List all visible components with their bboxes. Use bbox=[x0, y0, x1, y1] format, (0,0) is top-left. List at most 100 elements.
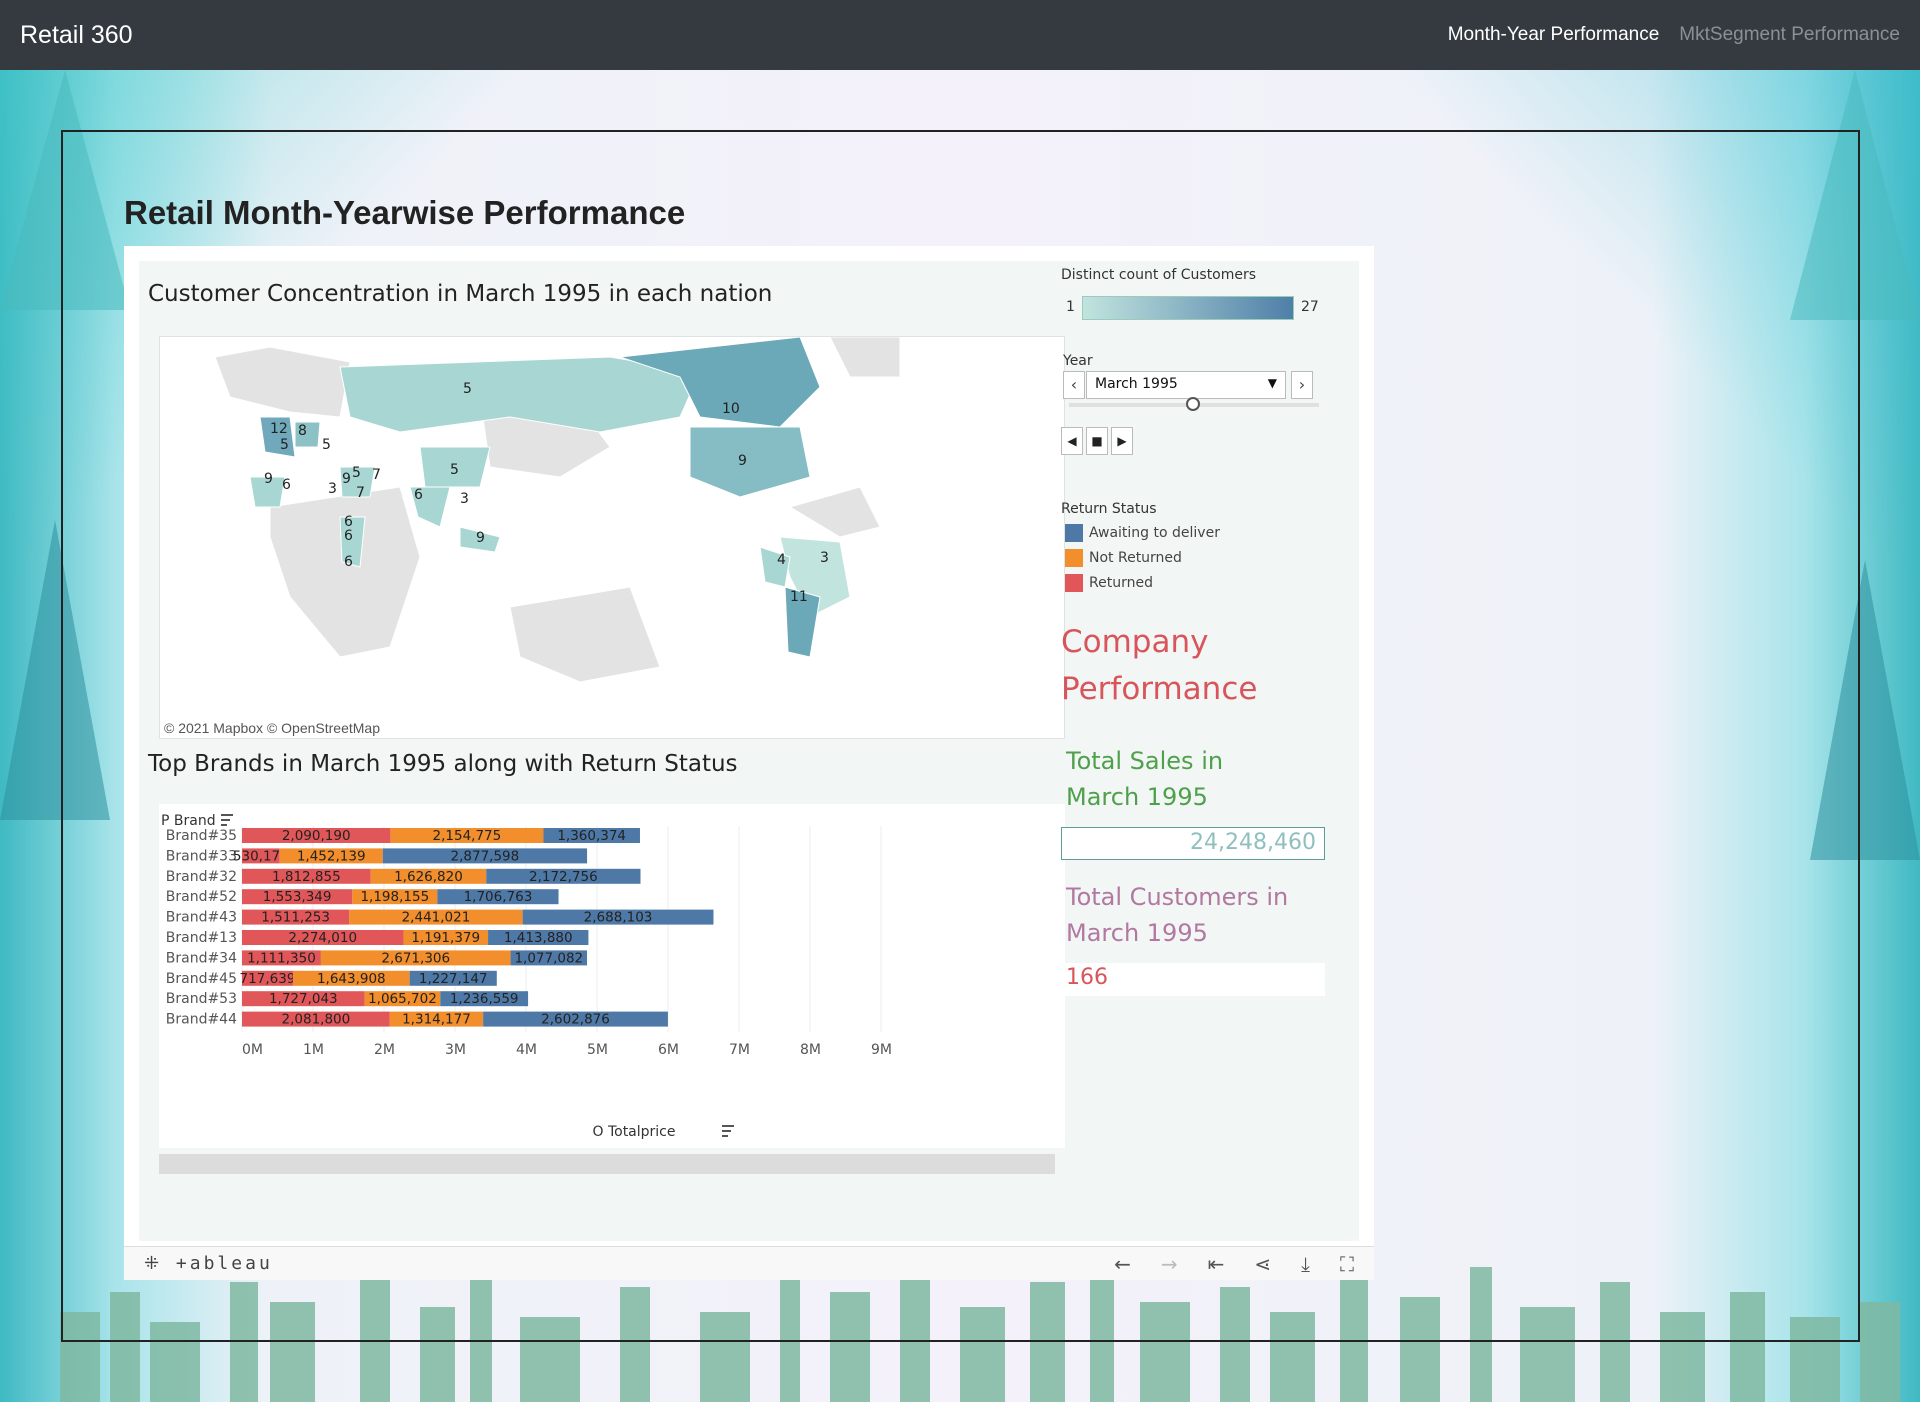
category-label[interactable]: Brand#53 bbox=[166, 991, 237, 1007]
category-label[interactable]: Brand#52 bbox=[166, 889, 237, 905]
color-legend-ramp bbox=[1082, 296, 1294, 320]
play-back-button[interactable]: ◀ bbox=[1061, 427, 1083, 455]
toolbar-icons: ← → ⇤ ⋖ ⤓ ⛶ bbox=[1114, 1252, 1354, 1276]
year-dropdown-value: March 1995 bbox=[1095, 376, 1178, 392]
nav-link-mktsegment[interactable]: MktSegment Performance bbox=[1679, 24, 1900, 46]
bar-value-label: 2,090,190 bbox=[282, 828, 351, 844]
x-tick-label: 0M bbox=[242, 1042, 263, 1058]
year-prev-button[interactable]: ‹ bbox=[1063, 371, 1085, 399]
bar-value-label: 1,198,155 bbox=[360, 889, 429, 905]
bar-chart-svg[interactable]: P Brand Brand#35 2,090,190 2,154,775 1,360,… bbox=[159, 804, 1065, 1148]
map-count-label: 7 bbox=[372, 467, 381, 483]
map-count-label: 6 bbox=[414, 487, 423, 503]
map-count-label: 6 bbox=[344, 528, 353, 544]
tableau-cross-icon: ⁜ bbox=[144, 1253, 176, 1274]
world-map-svg[interactable]: 5 10 9 12 8 5 5 9 6 3 9 5 7 7 5 6 3 6 6 … bbox=[160, 337, 1065, 739]
map-count-label: 5 bbox=[322, 437, 331, 453]
legend-item-awaiting[interactable]: Awaiting to deliver bbox=[1065, 524, 1220, 542]
y-axis-field-label[interactable]: P Brand bbox=[161, 813, 216, 829]
legend-item-not-returned[interactable]: Not Returned bbox=[1065, 549, 1182, 567]
map-count-label: 3 bbox=[460, 491, 469, 507]
bar-value-label: 2,081,800 bbox=[282, 1012, 351, 1028]
customers-title-line: Total Customers in bbox=[1066, 883, 1289, 911]
company-heading-line: Performance bbox=[1061, 671, 1258, 707]
bar-chart-title: Top Brands in March 1995 along with Retu… bbox=[148, 751, 738, 777]
tableau-logo[interactable]: ⁜ +ableau bbox=[144, 1253, 273, 1274]
share-icon[interactable]: ⋖ bbox=[1254, 1252, 1271, 1276]
map-count-label: 12 bbox=[270, 421, 288, 437]
tableau-wordmark: +ableau bbox=[175, 1253, 273, 1274]
map-count-label: 5 bbox=[280, 437, 289, 453]
year-next-button[interactable]: › bbox=[1291, 371, 1313, 399]
return-status-legend-title: Return Status bbox=[1061, 501, 1157, 517]
bar-value-label: 2,688,103 bbox=[584, 910, 653, 926]
redo-icon[interactable]: → bbox=[1161, 1252, 1178, 1276]
company-performance-heading: Company Performance bbox=[1061, 619, 1257, 713]
x-axis-field-label[interactable]: O Totalprice bbox=[592, 1124, 675, 1140]
play-back-icon: ◀ bbox=[1067, 434, 1077, 448]
year-filter-title: Year bbox=[1063, 353, 1093, 369]
play-forward-button[interactable]: ▶ bbox=[1111, 427, 1133, 455]
x-tick-label: 3M bbox=[445, 1042, 466, 1058]
undo-icon[interactable]: ← bbox=[1114, 1252, 1131, 1276]
x-tick-label: 7M bbox=[729, 1042, 750, 1058]
bar-value-label: 717,639 bbox=[240, 971, 296, 987]
stop-button[interactable]: ■ bbox=[1086, 427, 1108, 455]
bar-value-label: 2,274,010 bbox=[288, 930, 357, 946]
dashboard-canvas: Customer Concentration in March 1995 in … bbox=[139, 261, 1359, 1241]
map-count-label: 9 bbox=[738, 453, 747, 469]
category-label[interactable]: Brand#45 bbox=[166, 971, 237, 987]
horizontal-scrollbar[interactable] bbox=[159, 1154, 1055, 1174]
color-legend-min: 1 bbox=[1066, 299, 1075, 315]
category-label[interactable]: Brand#43 bbox=[166, 910, 237, 926]
year-dropdown[interactable]: March 1995 ▼ bbox=[1086, 371, 1286, 399]
category-label[interactable]: Brand#33 bbox=[166, 848, 237, 864]
customers-title-line: March 1995 bbox=[1066, 919, 1208, 947]
x-tick-label: 9M bbox=[871, 1042, 892, 1058]
bar-value-label: 1,727,043 bbox=[269, 991, 338, 1007]
bar-value-label: 2,602,876 bbox=[541, 1012, 610, 1028]
year-slider-thumb[interactable] bbox=[1186, 397, 1200, 411]
bar-value-label: 2,154,775 bbox=[433, 828, 502, 844]
map-count-label: 10 bbox=[722, 401, 740, 417]
brand-bar-chart: P Brand Brand#35 2,090,190 2,154,775 1,360,… bbox=[159, 804, 1065, 1148]
bar-value-label: 1,643,908 bbox=[317, 971, 386, 987]
download-icon[interactable]: ⤓ bbox=[1301, 1252, 1310, 1276]
customer-map[interactable]: 5 10 9 12 8 5 5 9 6 3 9 5 7 7 5 6 3 6 6 … bbox=[159, 336, 1065, 739]
map-count-label: 3 bbox=[820, 550, 829, 566]
app-brand[interactable]: Retail 360 bbox=[20, 21, 133, 50]
category-label[interactable]: Brand#44 bbox=[166, 1012, 237, 1028]
color-legend-max: 27 bbox=[1301, 299, 1319, 315]
x-tick-label: 8M bbox=[800, 1042, 821, 1058]
bar-value-label: 1,077,082 bbox=[514, 950, 583, 966]
nav-link-month-year[interactable]: Month-Year Performance bbox=[1448, 24, 1660, 46]
legend-swatch bbox=[1065, 524, 1083, 542]
category-label[interactable]: Brand#13 bbox=[166, 930, 237, 946]
bar-value-label: 1,812,855 bbox=[272, 869, 341, 885]
category-label[interactable]: Brand#35 bbox=[166, 828, 237, 844]
map-count-label: 5 bbox=[352, 465, 361, 481]
map-count-label: 8 bbox=[298, 423, 307, 439]
total-customers-value: 166 bbox=[1061, 963, 1325, 996]
sort-icon[interactable] bbox=[221, 814, 233, 826]
bar-value-label: 1,314,177 bbox=[402, 1012, 471, 1028]
bar-value-label: 1,553,349 bbox=[263, 889, 332, 905]
map-count-label: 7 bbox=[356, 485, 365, 501]
legend-label: Returned bbox=[1089, 575, 1153, 591]
fullscreen-icon[interactable]: ⛶ bbox=[1340, 1252, 1354, 1276]
total-customers-title: Total Customers in March 1995 bbox=[1066, 879, 1288, 951]
category-label[interactable]: Brand#32 bbox=[166, 869, 237, 885]
legend-label: Not Returned bbox=[1089, 550, 1182, 566]
map-attribution[interactable]: © 2021 Mapbox © OpenStreetMap bbox=[164, 720, 380, 736]
legend-item-returned[interactable]: Returned bbox=[1065, 574, 1153, 592]
category-label[interactable]: Brand#34 bbox=[166, 950, 237, 966]
map-count-label: 5 bbox=[450, 462, 459, 478]
bar-value-label: 1,413,880 bbox=[504, 930, 573, 946]
revert-icon[interactable]: ⇤ bbox=[1208, 1252, 1225, 1276]
bar-value-label: 1,236,559 bbox=[450, 991, 519, 1007]
bar-value-label: 2,877,598 bbox=[451, 848, 520, 864]
sort-icon[interactable] bbox=[722, 1125, 734, 1137]
map-count-label: 4 bbox=[777, 552, 786, 568]
total-sales-title: Total Sales in March 1995 bbox=[1066, 743, 1223, 815]
total-sales-value: 24,248,460 bbox=[1061, 827, 1325, 860]
